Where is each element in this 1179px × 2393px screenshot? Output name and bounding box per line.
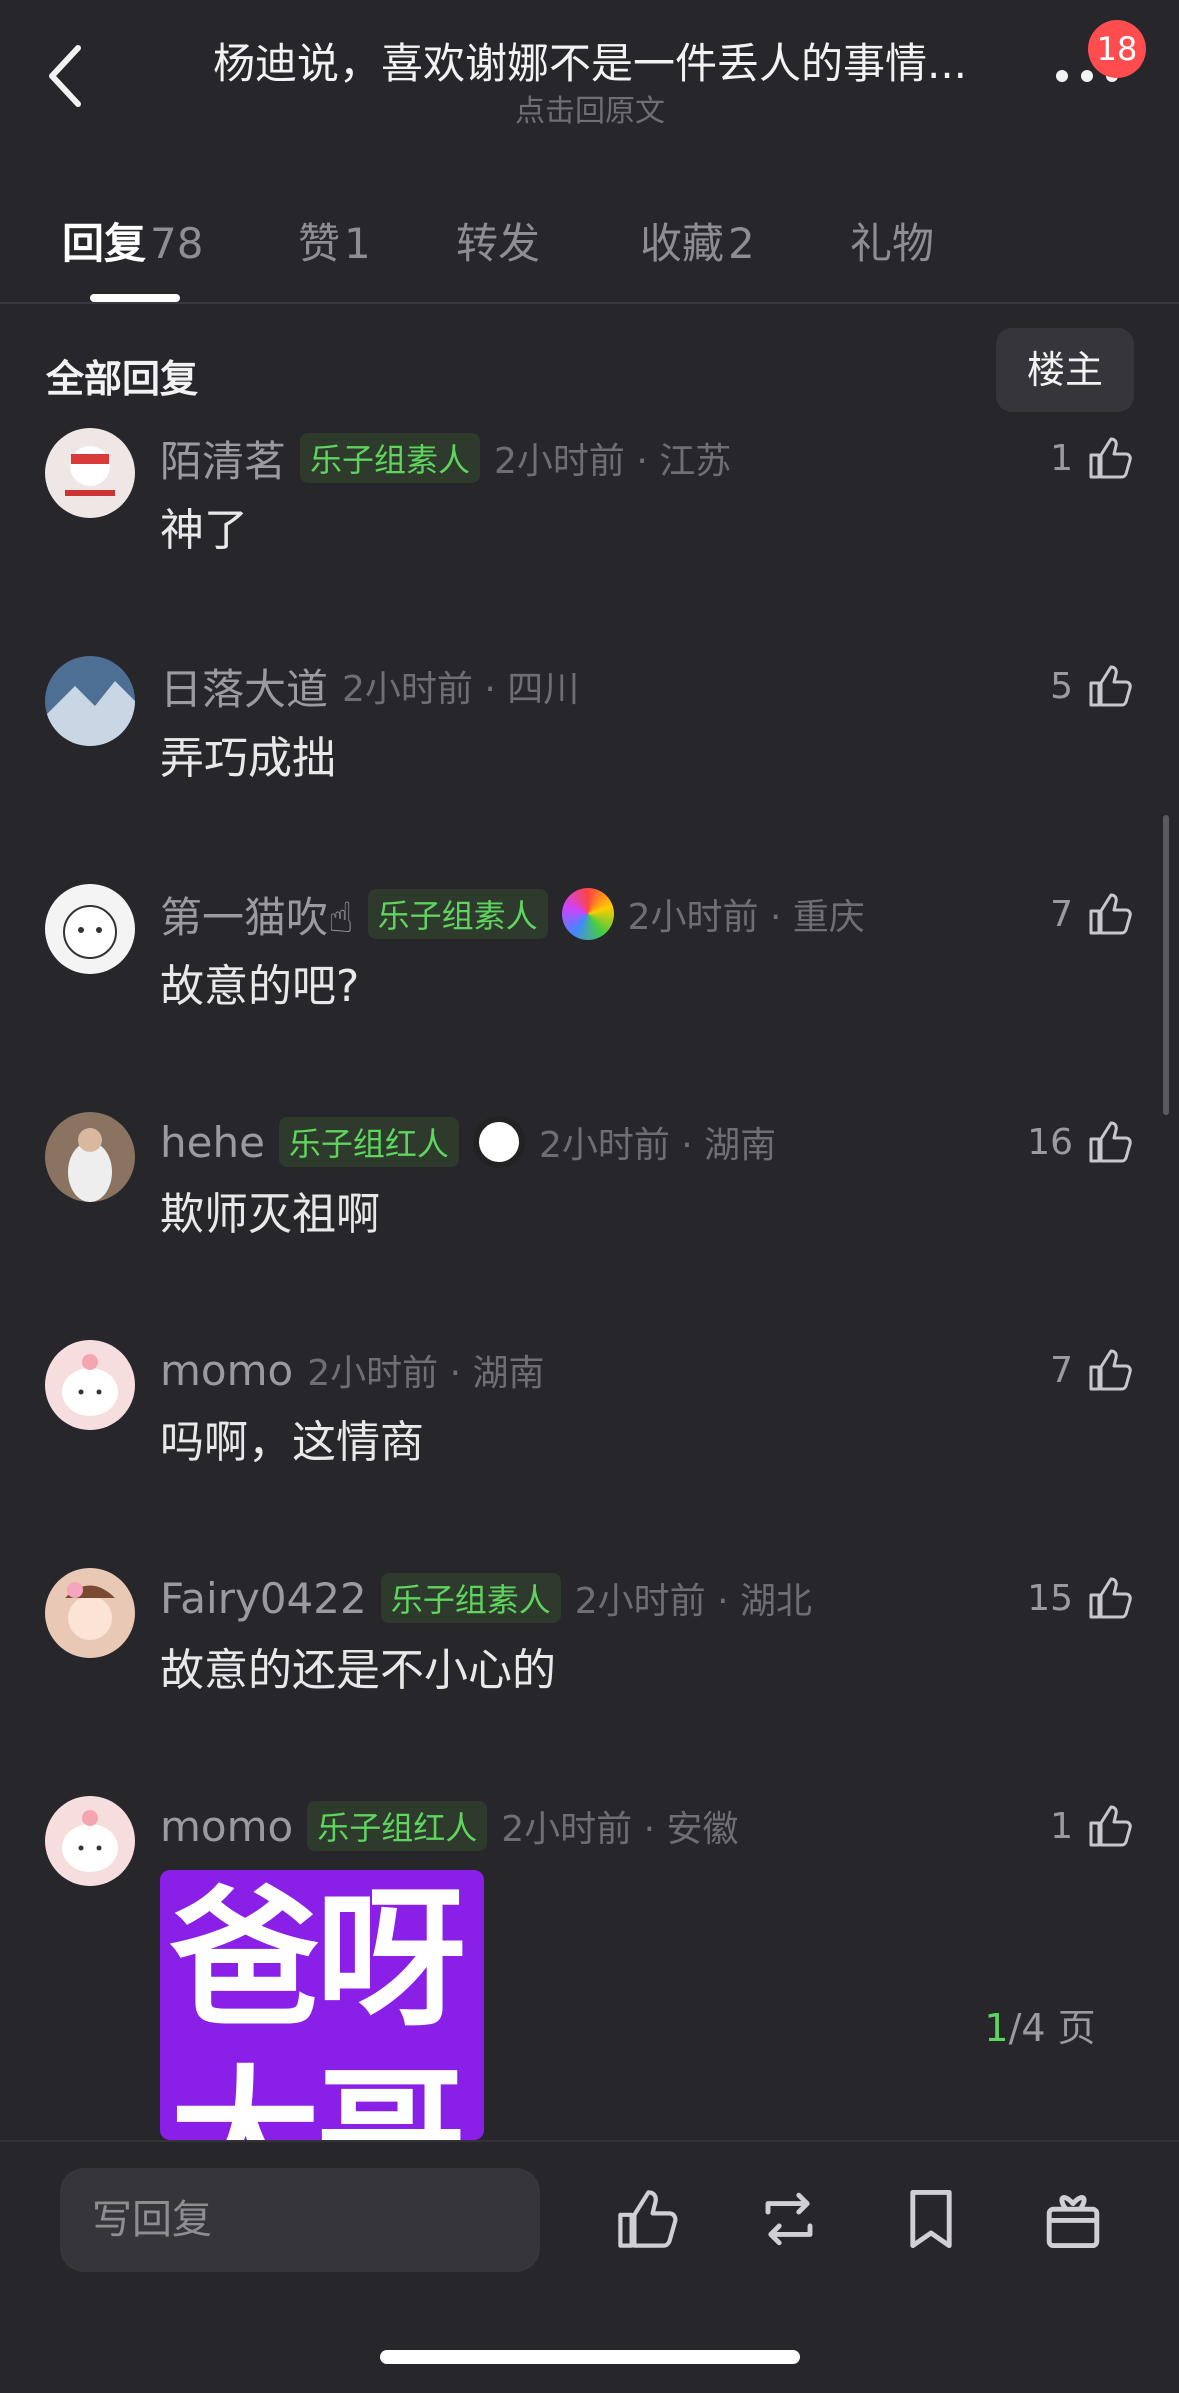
comment-meta: hehe 乐子组红人 2小时前 · 湖南 — [160, 1112, 776, 1172]
tab-gifts[interactable]: 礼物 — [850, 210, 938, 271]
comment-item: hehe 乐子组红人 2小时前 · 湖南 16 欺师灭祖啊 — [0, 1112, 1179, 1312]
tab-reposts[interactable]: 转发 — [456, 210, 544, 271]
fan-badge-icon — [561, 888, 614, 940]
reply-input[interactable]: 写回复 — [60, 2168, 540, 2272]
comment-item: 第一猫吹☝ 乐子组素人 2小时前 · 重庆 7 故意的吧? — [0, 884, 1179, 1084]
like-count: 7 — [1050, 893, 1073, 935]
view-original-link[interactable]: 点击回原文 — [150, 86, 1030, 130]
notification-badge: 18 — [1088, 20, 1146, 78]
like-button[interactable]: 15 — [1027, 1568, 1135, 1628]
comment-time: 2小时前 · 四川 — [342, 669, 580, 710]
comment-time: 2小时前 · 江苏 — [494, 441, 732, 482]
like-count: 1 — [1050, 437, 1073, 479]
comment-item: 陌清茗 乐子组素人 2小时前 · 江苏 1 神了 — [0, 428, 1179, 628]
owner-filter-button[interactable]: 楼主 — [996, 328, 1134, 412]
avatar[interactable] — [45, 428, 135, 518]
thumbs-up-icon — [1089, 1805, 1132, 1847]
sticker-text: 爸呀大哥 — [170, 1873, 466, 2140]
user-tag: 乐子组素人 — [300, 433, 481, 483]
like-count: 16 — [1027, 1121, 1073, 1163]
comment-time: 2小时前 · 湖南 — [307, 1353, 545, 1394]
top-bar: 杨迪说，喜欢谢娜不是一件丢人的事情... 点击回原文 18 — [0, 0, 1179, 150]
repost-icon[interactable] — [754, 2184, 824, 2254]
user-tag: 乐子组红人 — [278, 1117, 459, 1167]
comment-meta: 陌清茗 乐子组素人 2小时前 · 江苏 — [160, 428, 731, 488]
avatar[interactable] — [45, 1340, 135, 1430]
username[interactable]: momo — [160, 1802, 293, 1851]
tab-favorites[interactable]: 收藏2 — [640, 210, 755, 271]
panda-badge-icon — [472, 1116, 525, 1168]
back-arrow-icon[interactable] — [40, 38, 96, 114]
tab-likes[interactable]: 赞1 — [298, 210, 371, 271]
tab-bar: 回复78 赞1 转发 收藏2 礼物 — [0, 200, 1179, 304]
home-indicator[interactable] — [380, 2350, 800, 2364]
thumbs-up-icon — [1089, 893, 1132, 935]
comment-meta: momo 乐子组红人 2小时前 · 安徽 — [160, 1796, 738, 1856]
comment-meta: 第一猫吹☝ 乐子组素人 2小时前 · 重庆 — [160, 884, 865, 944]
like-button[interactable]: 1 — [1050, 428, 1135, 488]
comment-meta: 日落大道 2小时前 · 四川 — [160, 656, 579, 716]
thumbs-up-icon — [1089, 665, 1132, 707]
comment-item: momo 2小时前 · 湖南 7 吗啊，这情商 — [0, 1340, 1179, 1540]
like-count: 7 — [1050, 1349, 1073, 1391]
comment-time: 2小时前 · 湖南 — [538, 1125, 777, 1166]
like-button[interactable]: 7 — [1050, 884, 1135, 944]
like-count: 5 — [1050, 665, 1073, 707]
avatar[interactable] — [45, 1796, 135, 1886]
like-count: 15 — [1027, 1577, 1073, 1619]
avatar[interactable] — [45, 1568, 135, 1658]
active-tab-indicator — [90, 294, 180, 302]
like-button[interactable]: 5 — [1050, 656, 1135, 716]
user-tag: 乐子组素人 — [367, 889, 548, 939]
page-indicator[interactable]: 1/4 页 — [960, 1988, 1120, 2068]
section-title: 全部回复 — [46, 357, 199, 401]
comment-text: 弄巧成拙 — [160, 733, 336, 784]
comment-text: 欺师灭祖啊 — [160, 1189, 380, 1240]
tab-replies[interactable]: 回复78 — [62, 210, 203, 271]
like-button[interactable]: 7 — [1050, 1340, 1135, 1400]
current-page: 1 — [984, 2006, 1009, 2050]
like-count: 1 — [1050, 1805, 1073, 1847]
thumbs-up-icon — [1089, 437, 1132, 479]
comment-item: Fairy0422 乐子组素人 2小时前 · 湖北 15 故意的还是不小心的 — [0, 1568, 1179, 1768]
thumbs-up-icon[interactable] — [612, 2184, 682, 2254]
avatar[interactable] — [45, 884, 135, 974]
comment-time: 2小时前 · 重庆 — [627, 897, 865, 938]
avatar[interactable] — [45, 1112, 135, 1202]
thumbs-up-icon — [1089, 1349, 1132, 1391]
username[interactable]: 日落大道 — [160, 656, 328, 717]
username[interactable]: hehe — [160, 1118, 265, 1167]
comment-item: 日落大道 2小时前 · 四川 5 弄巧成拙 — [0, 656, 1179, 856]
thumbs-up-icon — [1089, 1577, 1132, 1619]
avatar[interactable] — [45, 656, 135, 746]
thumbs-up-icon — [1089, 1121, 1132, 1163]
comment-text: 神了 — [160, 505, 248, 556]
gift-icon[interactable] — [1038, 2184, 1108, 2254]
page-title[interactable]: 杨迪说，喜欢谢娜不是一件丢人的事情... — [150, 30, 1030, 91]
like-button[interactable]: 1 — [1050, 1796, 1135, 1856]
username[interactable]: Fairy0422 — [160, 1574, 367, 1623]
username[interactable]: momo — [160, 1346, 293, 1395]
comment-time: 2小时前 · 安徽 — [501, 1809, 739, 1850]
user-tag: 乐子组素人 — [380, 1573, 561, 1623]
like-button[interactable]: 16 — [1027, 1112, 1135, 1172]
comment-time: 2小时前 · 湖北 — [574, 1581, 812, 1622]
comment-text: 故意的还是不小心的 — [160, 1645, 556, 1696]
username[interactable]: 陌清茗 — [160, 428, 286, 489]
user-tag: 乐子组红人 — [307, 1801, 488, 1851]
sticker-image[interactable]: 爸呀大哥 — [160, 1870, 484, 2140]
total-pages: /4 页 — [1008, 2006, 1096, 2050]
comment-meta: momo 2小时前 · 湖南 — [160, 1340, 544, 1400]
bookmark-icon[interactable] — [896, 2184, 966, 2254]
comment-text: 吗啊，这情商 — [160, 1417, 424, 1468]
comment-meta: Fairy0422 乐子组素人 2小时前 · 湖北 — [160, 1568, 812, 1628]
comment-text: 故意的吧? — [160, 961, 360, 1012]
username[interactable]: 第一猫吹☝ — [160, 884, 354, 945]
scrollbar[interactable] — [1163, 815, 1169, 1115]
